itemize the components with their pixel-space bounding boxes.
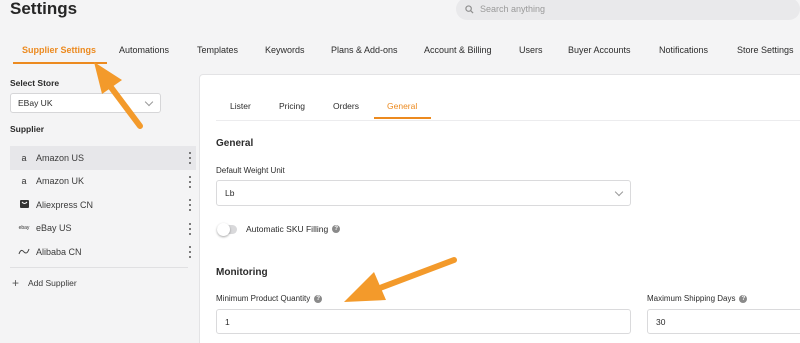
supplier-item-label: eBay US <box>36 223 72 234</box>
supplier-item-label: Alibaba CN <box>36 246 82 257</box>
tab-users[interactable]: Users <box>519 40 543 62</box>
help-icon[interactable]: ? <box>739 294 748 303</box>
amazon-icon: a <box>21 176 27 187</box>
add-supplier-button[interactable]: + Add Supplier <box>12 276 77 290</box>
kebab-menu-icon[interactable] <box>188 246 192 258</box>
subtabs-divider <box>216 120 800 121</box>
min-qty-input[interactable]: 1 <box>216 309 631 334</box>
supplier-heading: Supplier <box>10 124 45 134</box>
supplier-item-label: Amazon UK <box>36 176 85 187</box>
min-qty-label: Minimum Product Quantity ? <box>216 294 323 303</box>
min-qty-value: 1 <box>225 316 230 327</box>
subtab-lister[interactable]: Lister <box>230 101 251 111</box>
select-store-label: Select Store <box>10 78 60 88</box>
tab-buyer-accounts[interactable]: Buyer Accounts <box>568 40 631 62</box>
help-icon[interactable]: ? <box>314 294 323 303</box>
weight-unit-select[interactable]: Lb <box>216 180 631 206</box>
aliexpress-icon <box>10 199 36 210</box>
auto-sku-label: Automatic SKU Filling ? <box>246 224 341 234</box>
search-bar[interactable] <box>456 0 800 20</box>
tab-keywords[interactable]: Keywords <box>265 40 305 62</box>
supplier-item-label: Amazon US <box>36 152 85 163</box>
subtab-general[interactable]: General <box>373 101 432 119</box>
amazon-icon: a <box>21 152 27 163</box>
sub-tabs: Lister Pricing Orders General <box>200 99 800 122</box>
annotation-arrow-icon <box>94 62 143 129</box>
tab-templates[interactable]: Templates <box>197 40 238 62</box>
kebab-menu-icon[interactable] <box>188 222 192 235</box>
alibaba-icon <box>10 247 36 257</box>
weight-unit-label: Default Weight Unit <box>216 166 285 175</box>
supplier-list: a Amazon US a Amazon UK Aliexpress CN eb… <box>10 146 196 264</box>
tab-store-settings[interactable]: Store Settings <box>737 40 794 62</box>
max-ship-value: 30 <box>656 316 666 327</box>
weight-unit-value: Lb <box>225 188 235 198</box>
tab-supplier-settings[interactable]: Supplier Settings <box>12 40 108 64</box>
subtab-pricing[interactable]: Pricing <box>279 101 305 111</box>
chevron-down-icon <box>614 187 624 197</box>
help-icon[interactable]: ? <box>332 225 341 233</box>
supplier-item-ebay-us[interactable]: ebay eBay US <box>10 217 196 241</box>
search-icon <box>465 4 474 14</box>
kebab-menu-icon[interactable] <box>188 199 192 211</box>
max-ship-label: Maximum Shipping Days ? <box>647 294 748 303</box>
ebay-icon: ebay <box>18 225 30 232</box>
page-title: Settings <box>10 0 78 18</box>
supplier-item-amazon-uk[interactable]: a Amazon UK <box>10 170 196 194</box>
max-ship-input[interactable]: 30 <box>647 309 800 334</box>
store-select-value: EBay UK <box>18 98 53 108</box>
annotation-arrow-icon <box>344 257 457 302</box>
monitoring-section-title: Monitoring <box>216 267 268 278</box>
kebab-menu-icon[interactable] <box>188 175 192 188</box>
subtab-orders[interactable]: Orders <box>333 101 359 111</box>
supplier-item-aliexpress-cn[interactable]: Aliexpress CN <box>10 193 196 217</box>
general-section-title: General <box>216 138 254 149</box>
supplier-item-label: Aliexpress CN <box>36 199 94 210</box>
tab-plans-add-ons[interactable]: Plans & Add-ons <box>331 40 398 62</box>
add-supplier-label: Add Supplier <box>28 278 77 288</box>
supplier-item-amazon-us[interactable]: a Amazon US <box>10 146 196 170</box>
sidebar-divider <box>10 267 188 268</box>
search-input[interactable] <box>480 4 740 14</box>
auto-sku-toggle[interactable] <box>217 223 237 236</box>
tab-account-billing[interactable]: Account & Billing <box>424 40 492 62</box>
supplier-item-alibaba-cn[interactable]: Alibaba CN <box>10 240 196 264</box>
tab-notifications[interactable]: Notifications <box>659 40 708 62</box>
settings-panel: Lister Pricing Orders General General De… <box>199 74 800 343</box>
kebab-menu-icon[interactable] <box>188 152 192 164</box>
plus-icon: + <box>12 276 20 290</box>
